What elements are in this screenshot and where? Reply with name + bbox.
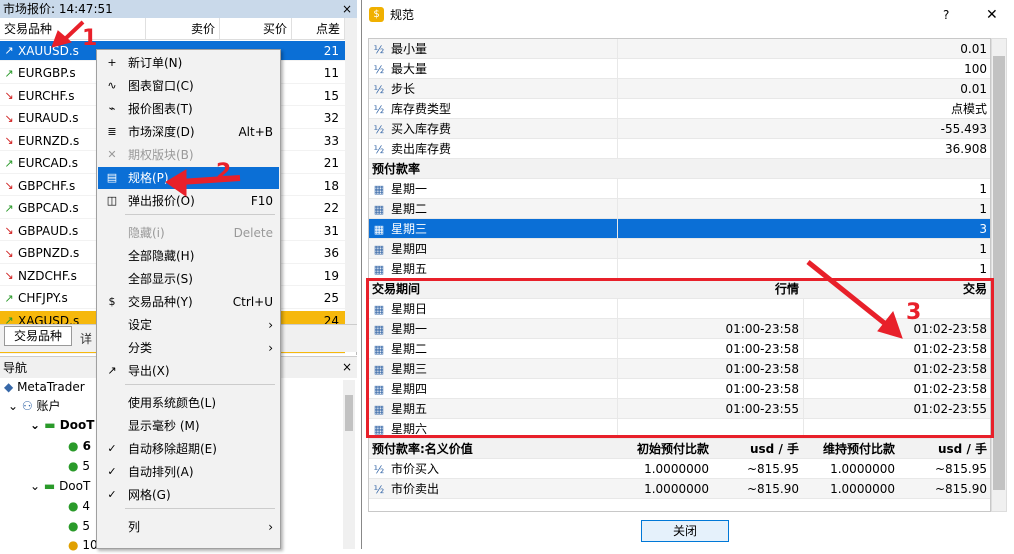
- arrow-1: [62, 20, 85, 42]
- arrow-3-head: [877, 310, 903, 339]
- arrow-2-head: [165, 169, 187, 197]
- annotation-3: 3: [906, 300, 922, 325]
- annotation-1: 1: [82, 26, 98, 51]
- annotation-arrows: [51, 20, 903, 339]
- arrow-3: [806, 260, 890, 328]
- annotation-2: 2: [216, 160, 232, 185]
